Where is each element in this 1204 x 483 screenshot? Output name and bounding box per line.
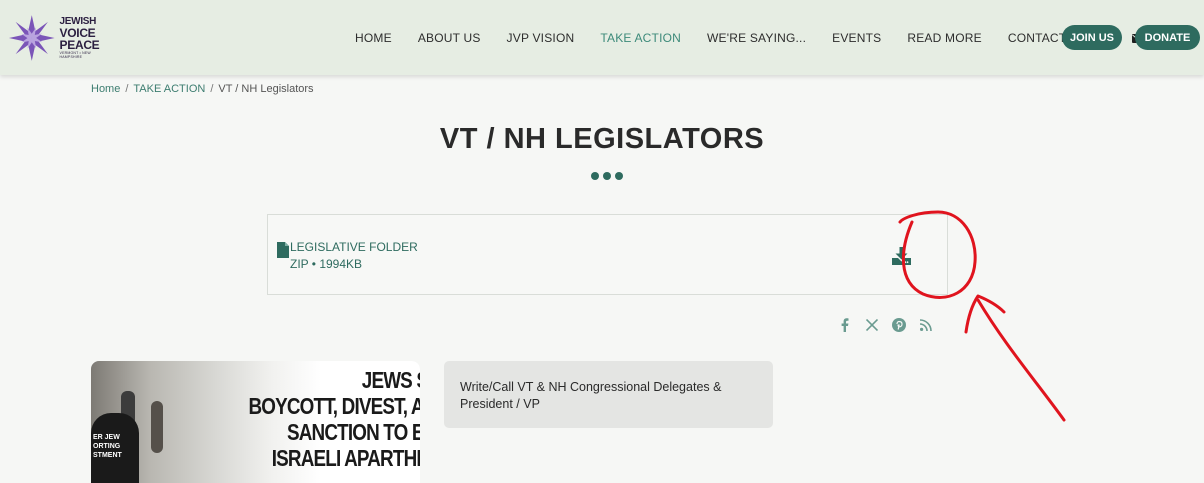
star-flower-logo-icon	[8, 15, 55, 61]
divider-dot	[591, 172, 599, 180]
annotation-arrow-shaft	[976, 298, 1066, 422]
page-title: VT / NH LEGISLATORS	[439, 123, 765, 155]
headline-line: JEWS S	[361, 367, 420, 393]
nav-events[interactable]: EVENTS	[832, 31, 881, 45]
info-card[interactable]: Write/Call VT & NH Congressional Delegat…	[444, 361, 773, 428]
breadcrumb-take-action[interactable]: TAKE ACTION	[133, 83, 205, 95]
file-download-card: LEGISLATIVE FOLDER ZIP • 1994KB	[267, 214, 948, 295]
info-text: Write/Call VT & NH Congressional Delegat…	[460, 380, 722, 411]
breadcrumb-separator: /	[210, 83, 214, 95]
photo-shirt-text: ER JEW ORTING STMENT	[93, 433, 122, 460]
nav-jvp-vision[interactable]: JVP VISION	[507, 31, 575, 45]
join-us-button[interactable]: JOIN US	[1062, 25, 1122, 50]
pinterest-icon[interactable]	[892, 317, 906, 333]
article-photo[interactable]: ER JEW ORTING STMENT JEWS S BOYCOTT, DIV…	[91, 361, 420, 483]
logo-line-peace: PEACE	[59, 38, 100, 52]
nav-home[interactable]: HOME	[355, 31, 392, 45]
facebook-icon[interactable]	[838, 317, 852, 333]
share-links	[838, 317, 933, 333]
logo-subline: VERMONT • NEW HAMPSHIRE	[59, 51, 91, 59]
shirt-line: ER JEW	[93, 434, 120, 441]
headline-line: BOYCOTT, DIVEST, AI	[248, 393, 420, 419]
divider-dot	[615, 172, 623, 180]
main-nav: HOME ABOUT US JVP VISION TAKE ACTION WE'…	[355, 28, 1155, 48]
rss-icon[interactable]	[919, 317, 933, 333]
nav-take-action[interactable]: TAKE ACTION	[600, 31, 681, 45]
breadcrumb: Home / TAKE ACTION / VT / NH Legislators	[91, 83, 314, 95]
file-meta: ZIP • 1994KB	[290, 257, 363, 271]
breadcrumb-separator: /	[125, 83, 129, 95]
headline-line: ISRAELI APARTHE	[271, 445, 420, 471]
breadcrumb-current: VT / NH Legislators	[218, 83, 314, 95]
shirt-line: ORTING	[93, 443, 121, 450]
photo-headline: JEWS S BOYCOTT, DIVEST, AI SANCTION TO E…	[248, 367, 420, 471]
breadcrumb-home[interactable]: Home	[91, 83, 120, 95]
download-icon[interactable]	[888, 242, 914, 268]
x-icon[interactable]	[865, 317, 879, 333]
logo-wordmark: JEWISH VOICE PEACE VERMONT • NEW HAMPSHI…	[60, 17, 112, 59]
page: JEWISH VOICE PEACE VERMONT • NEW HAMPSHI…	[0, 0, 1204, 483]
file-name-link[interactable]: LEGISLATIVE FOLDER	[290, 240, 418, 254]
nav-about-us[interactable]: ABOUT US	[418, 31, 481, 45]
site-logo[interactable]: JEWISH VOICE PEACE VERMONT • NEW HAMPSHI…	[8, 8, 112, 68]
divider-dot	[603, 172, 611, 180]
file-icon	[277, 242, 289, 263]
nav-were-saying[interactable]: WE'RE SAYING...	[707, 31, 806, 45]
donate-button[interactable]: DONATE	[1135, 25, 1200, 50]
headline-line: SANCTION TO EI	[286, 419, 420, 445]
shirt-line: STMENT	[93, 452, 122, 459]
site-header: JEWISH VOICE PEACE VERMONT • NEW HAMPSHI…	[0, 0, 1204, 75]
nav-read-more[interactable]: READ MORE	[907, 31, 981, 45]
title-divider-dots	[591, 172, 623, 180]
photo-figure	[151, 401, 163, 453]
annotation-arrow-head	[964, 294, 1006, 334]
